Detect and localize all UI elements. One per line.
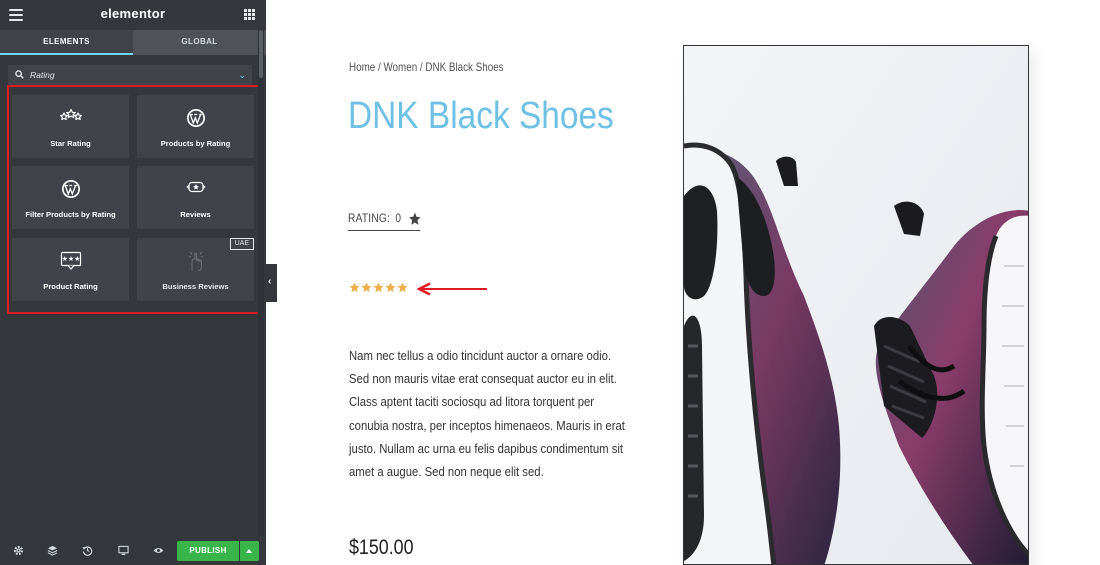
star-icon [397, 282, 408, 293]
highlight-box [7, 85, 262, 314]
panel-scrollbar[interactable] [259, 30, 263, 78]
elementor-logo: elementor [100, 6, 166, 21]
publish-button[interactable]: PUBLISH [177, 541, 239, 561]
widget-search-input[interactable]: Rating ⌄ [8, 65, 252, 85]
chevron-left-icon: ‹ [268, 276, 272, 287]
star-icon [373, 282, 384, 293]
star-rating-widget [349, 282, 408, 293]
history-icon[interactable] [82, 545, 93, 556]
elementor-editor: elementor ELEMENTS GLOBAL Rating ⌄ Star … [0, 0, 1100, 565]
panel-header: elementor [0, 0, 266, 30]
layers-icon[interactable] [47, 545, 58, 556]
collapse-panel-button[interactable]: ‹ [266, 264, 277, 302]
widgets-grid-icon[interactable] [244, 9, 255, 20]
elementor-panel: elementor ELEMENTS GLOBAL Rating ⌄ Star … [0, 0, 266, 565]
tab-elements[interactable]: ELEMENTS [0, 30, 133, 55]
search-value: Rating [30, 70, 55, 80]
star-icon [409, 212, 421, 225]
chevron-down-icon[interactable]: ⌄ [238, 70, 246, 81]
product-description: Nam nec tellus a odio tincidunt auctor a… [349, 349, 625, 480]
rating-label: RATING: [348, 213, 391, 225]
annotation-arrow [416, 282, 487, 296]
rating-summary: RATING: 0 [348, 209, 421, 229]
product-title: DNK Black Shoes [348, 95, 614, 137]
star-icon [361, 282, 372, 293]
star-icon [385, 282, 396, 293]
star-icon [349, 282, 360, 293]
product-image [683, 45, 1029, 565]
breadcrumb: Home / Women / DNK Black Shoes [349, 60, 504, 74]
preview-icon[interactable] [153, 545, 164, 556]
publish-options-button[interactable] [240, 541, 259, 561]
panel-scrollbar-track [258, 30, 264, 565]
search-icon [15, 70, 24, 79]
rating-underline [348, 230, 420, 231]
settings-icon[interactable] [13, 545, 24, 556]
product-price: $150.00 [349, 536, 414, 559]
rating-value: 0 [395, 213, 402, 225]
tab-global[interactable]: GLOBAL [133, 30, 266, 55]
sneakers-image [684, 46, 1028, 564]
responsive-icon[interactable] [118, 545, 129, 556]
panel-tabs: ELEMENTS GLOBAL [0, 30, 266, 55]
